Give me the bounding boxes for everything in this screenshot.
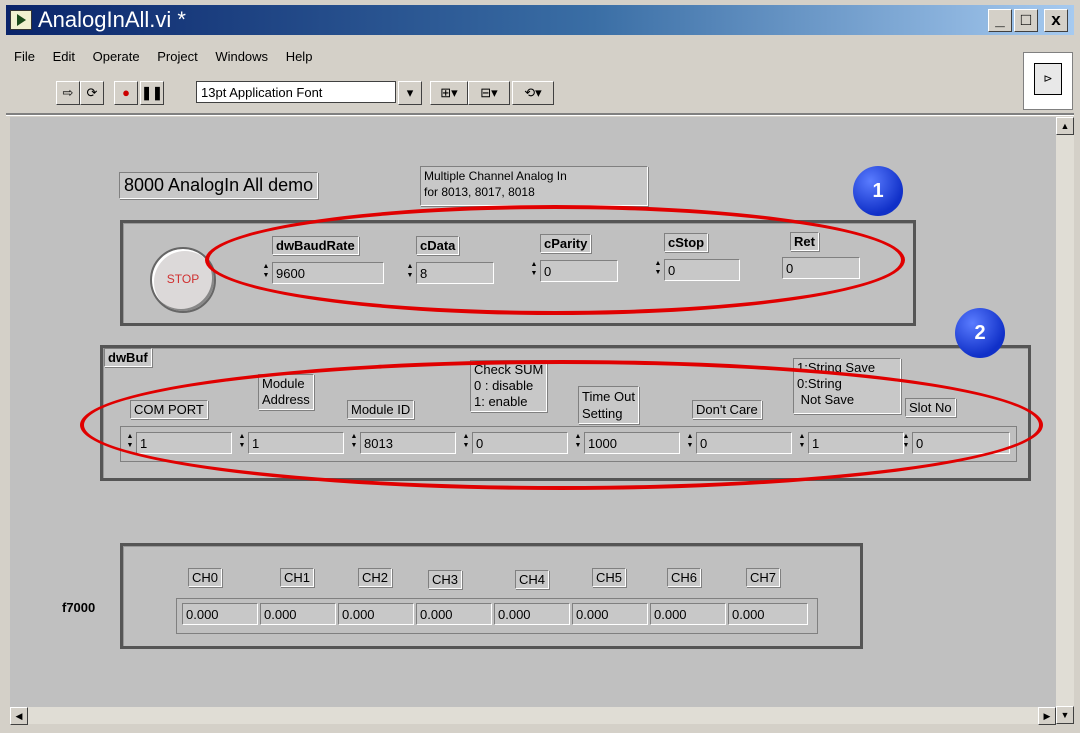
distribute-objects-icon[interactable]: ⊟▾ [468,81,510,105]
vi-icon [10,10,32,30]
description-line-1: Multiple Channel Analog In [424,169,567,183]
font-select[interactable]: 13pt Application Font [196,81,396,103]
ch1-indicator: 0.000 [260,603,336,625]
menu-operate[interactable]: Operate [93,49,140,64]
highlight-ellipse-1 [205,205,905,315]
pause-icon[interactable]: ❚❚ [140,81,164,105]
scroll-left-arrow-icon[interactable]: ◀ [10,707,28,725]
description-line-2: for 8013, 8017, 8018 [424,185,535,199]
horizontal-scrollbar[interactable]: ◀ ▶ [10,707,1056,725]
vi-connector-icon: ⊳ [1034,63,1062,95]
menu-file[interactable]: File [14,49,35,64]
highlight-ellipse-2 [80,360,1043,490]
menu-project[interactable]: Project [157,49,197,64]
menu-bar: File Edit Operate Project Windows Help [14,49,326,64]
ch4-indicator: 0.000 [494,603,570,625]
ch2-label: CH2 [358,568,393,587]
ch0-indicator: 0.000 [182,603,258,625]
ch3-indicator: 0.000 [416,603,492,625]
connector-pane-icon[interactable]: ⊳ [1023,52,1073,110]
ch5-label: CH5 [592,568,627,587]
scroll-down-arrow-icon[interactable]: ▼ [1056,706,1074,724]
minimize-button[interactable]: _ [988,9,1012,32]
align-objects-icon[interactable]: ⊞▾ [430,81,468,105]
abort-execution-icon[interactable]: ● [114,81,138,105]
close-button[interactable]: x [1044,9,1068,32]
ch4-label: CH4 [515,570,550,589]
callout-badge-1: 1 [853,166,903,216]
ch5-indicator: 0.000 [572,603,648,625]
run-continuously-icon[interactable]: ⟳ [80,81,104,105]
ch3-label: CH3 [428,570,463,589]
menu-windows[interactable]: Windows [215,49,268,64]
ch6-indicator: 0.000 [650,603,726,625]
toolbar-divider [6,113,1074,116]
window-title: AnalogInAll.vi * [38,7,186,32]
f7000-label: f7000 [62,600,96,615]
menu-help[interactable]: Help [286,49,313,64]
maximize-button[interactable]: □ [1014,9,1038,32]
ch7-indicator: 0.000 [728,603,808,625]
callout-badge-2: 2 [955,308,1005,358]
run-arrow-icon[interactable]: ⇨ [56,81,80,105]
ch1-label: CH1 [280,568,315,587]
description-label: Multiple Channel Analog In for 8013, 801… [420,166,648,206]
labview-window: AnalogInAll.vi * _ □ x File Edit Operate… [0,0,1080,733]
ch7-label: CH7 [746,568,781,587]
dwbuf-label: dwBuf [104,348,152,367]
scroll-up-arrow-icon[interactable]: ▲ [1056,117,1074,135]
ch2-indicator: 0.000 [338,603,414,625]
vertical-scrollbar[interactable]: ▲ ▼ [1056,117,1074,724]
reorder-objects-icon[interactable]: ⟲▾ [512,81,554,105]
menu-edit[interactable]: Edit [53,49,75,64]
font-dropdown-chevron-icon[interactable]: ▾ [398,81,422,105]
title-bar[interactable]: AnalogInAll.vi * _ □ x [6,5,1074,35]
ch0-label: CH0 [188,568,223,587]
scroll-right-arrow-icon[interactable]: ▶ [1038,707,1056,725]
demo-title: 8000 AnalogIn All demo [119,172,319,199]
ch6-label: CH6 [667,568,702,587]
